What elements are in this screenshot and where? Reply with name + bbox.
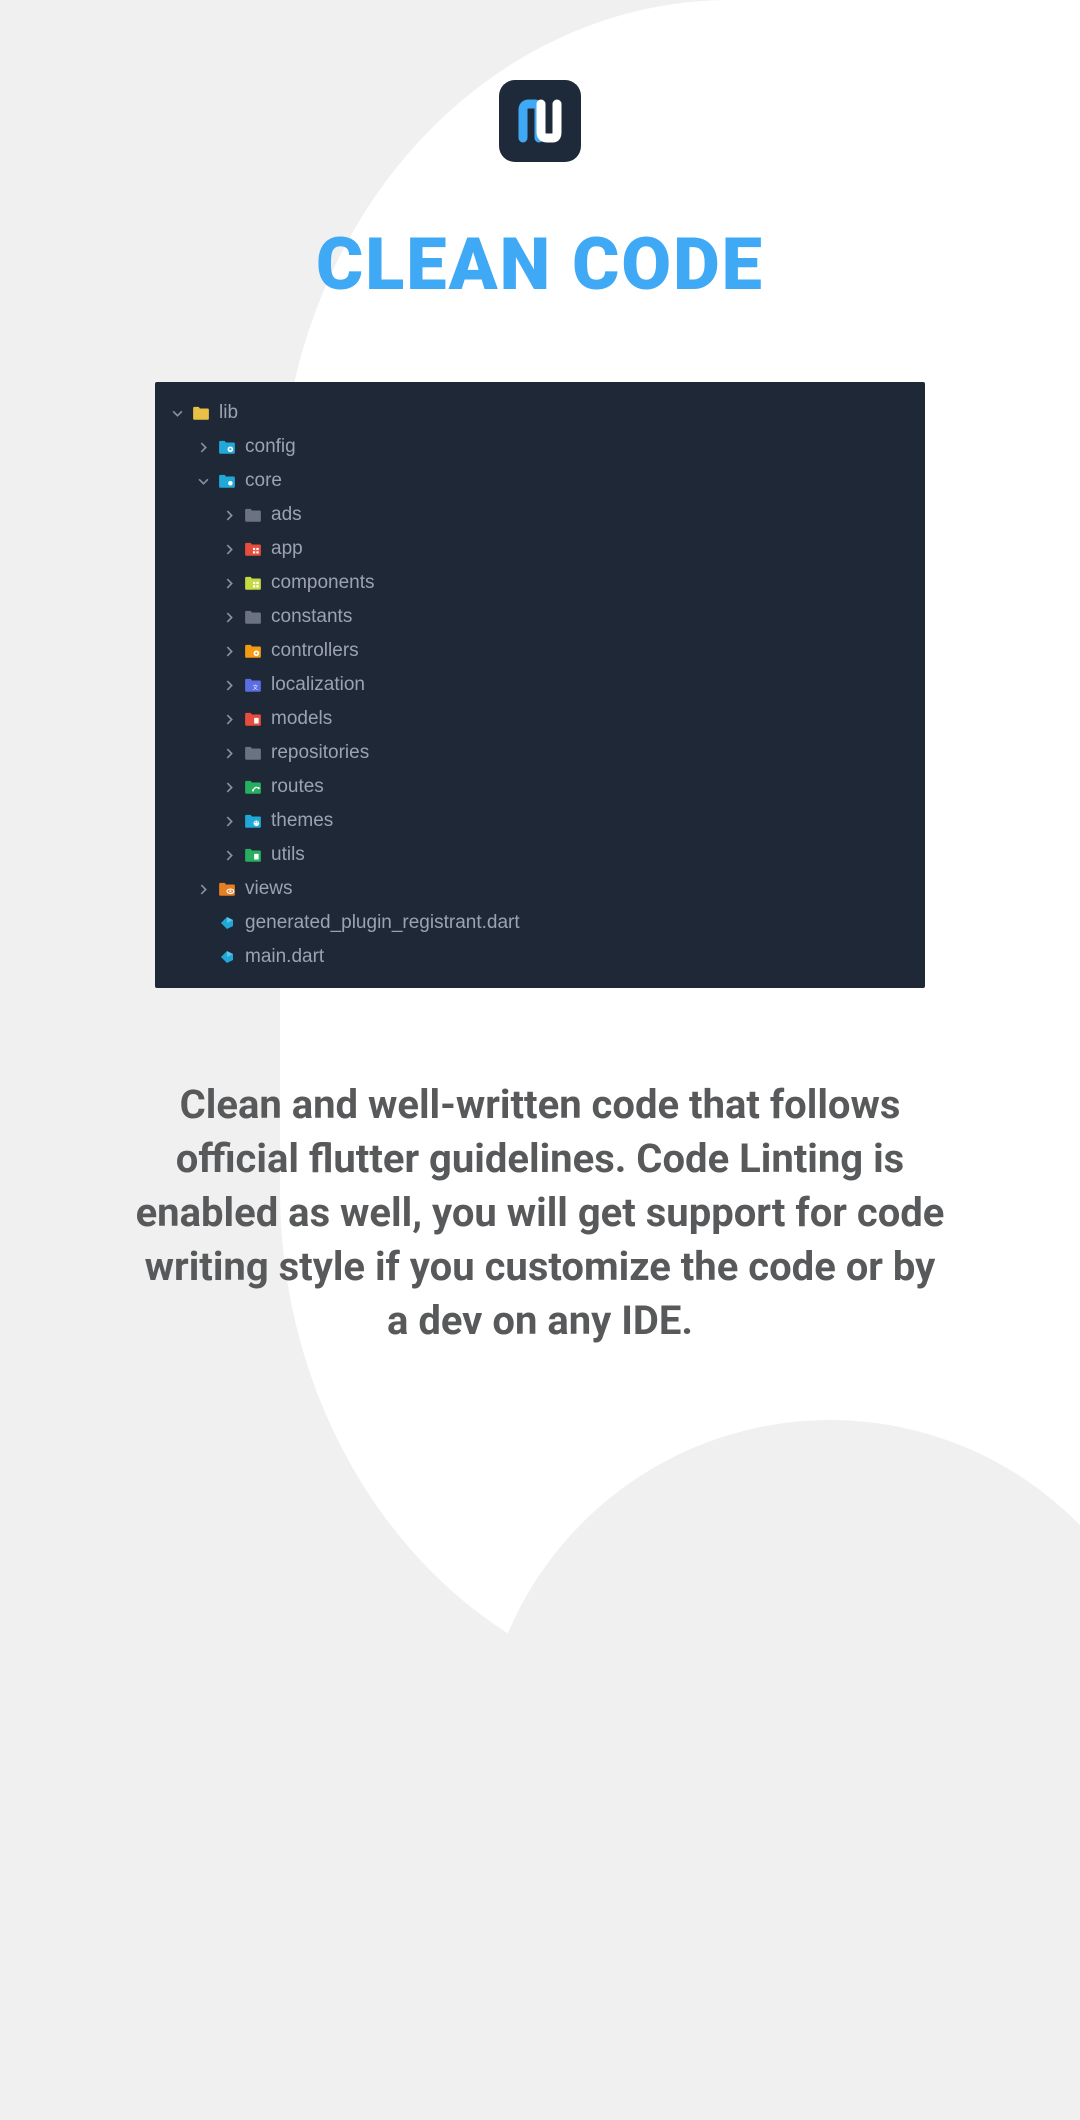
chevron-right-icon[interactable] xyxy=(221,609,237,625)
dart-icon xyxy=(217,948,237,966)
tree-item-config[interactable]: config xyxy=(155,430,925,464)
folder-dot-icon xyxy=(217,472,237,490)
folder-route-icon xyxy=(243,778,263,796)
tree-item-label: routes xyxy=(271,776,324,798)
tree-item-controllers[interactable]: controllers xyxy=(155,634,925,668)
folder-grid-icon xyxy=(243,540,263,558)
description-text: Clean and well-written code that follows… xyxy=(130,1078,950,1348)
chevron-right-icon[interactable] xyxy=(221,745,237,761)
tree-item-core[interactable]: core xyxy=(155,464,925,498)
tree-item-app[interactable]: app xyxy=(155,532,925,566)
tree-item-routes[interactable]: routes xyxy=(155,770,925,804)
tree-item-label: app xyxy=(271,538,303,560)
tree-item-label: utils xyxy=(271,844,305,866)
tree-item-label: controllers xyxy=(271,640,359,662)
tree-item-label: themes xyxy=(271,810,333,832)
tree-item-main-dart[interactable]: main.dart xyxy=(155,940,925,974)
folder-view-icon xyxy=(217,880,237,898)
logo-icon xyxy=(515,96,565,146)
file-tree-panel: lib config core ads app components constants co… xyxy=(155,382,925,988)
folder-icon xyxy=(243,744,263,762)
chevron-right-icon[interactable] xyxy=(221,575,237,591)
tree-item-localization[interactable]: 文 localization xyxy=(155,668,925,702)
chevron-right-icon[interactable] xyxy=(221,813,237,829)
tree-item-lib[interactable]: lib xyxy=(155,396,925,430)
app-logo xyxy=(499,80,581,162)
chevron-down-icon[interactable] xyxy=(195,473,211,489)
tree-item-repositories[interactable]: repositories xyxy=(155,736,925,770)
tree-item-label: constants xyxy=(271,606,352,628)
folder-icon xyxy=(243,608,263,626)
chevron-right-icon[interactable] xyxy=(221,711,237,727)
svg-text:文: 文 xyxy=(252,684,258,692)
dart-icon xyxy=(217,914,237,932)
tree-item-generated-plugin-registrant-dart[interactable]: generated_plugin_registrant.dart xyxy=(155,906,925,940)
tree-item-label: generated_plugin_registrant.dart xyxy=(245,912,520,934)
tree-item-label: localization xyxy=(271,674,365,696)
tree-item-components[interactable]: components xyxy=(155,566,925,600)
chevron-right-icon[interactable] xyxy=(195,881,211,897)
folder-palette-icon xyxy=(243,812,263,830)
tree-item-models[interactable]: models xyxy=(155,702,925,736)
tree-item-utils[interactable]: utils xyxy=(155,838,925,872)
chevron-right-icon[interactable] xyxy=(221,779,237,795)
main-content: CLEAN CODE lib config core ads app components… xyxy=(0,0,1080,1348)
tree-item-label: models xyxy=(271,708,332,730)
chevron-right-icon[interactable] xyxy=(221,541,237,557)
tree-item-label: config xyxy=(245,436,296,458)
tree-item-label: core xyxy=(245,470,282,492)
tree-item-constants[interactable]: constants xyxy=(155,600,925,634)
chevron-right-icon[interactable] xyxy=(221,643,237,659)
page-title: CLEAN CODE xyxy=(316,222,764,307)
tree-item-views[interactable]: views xyxy=(155,872,925,906)
folder-icon xyxy=(243,506,263,524)
tree-item-label: ads xyxy=(271,504,302,526)
chevron-right-icon[interactable] xyxy=(221,847,237,863)
folder-gear-icon xyxy=(243,642,263,660)
tree-item-label: views xyxy=(245,878,293,900)
tree-item-themes[interactable]: themes xyxy=(155,804,925,838)
folder-icon xyxy=(191,404,211,422)
tree-item-label: lib xyxy=(219,402,238,424)
folder-doc-icon xyxy=(243,710,263,728)
tree-item-label: main.dart xyxy=(245,946,324,968)
tree-item-ads[interactable]: ads xyxy=(155,498,925,532)
tree-item-label: repositories xyxy=(271,742,369,764)
folder-grid-icon xyxy=(243,574,263,592)
folder-gear-icon xyxy=(217,438,237,456)
tree-item-label: components xyxy=(271,572,375,594)
folder-doc-icon xyxy=(243,846,263,864)
chevron-down-icon[interactable] xyxy=(169,405,185,421)
chevron-right-icon[interactable] xyxy=(221,677,237,693)
chevron-right-icon[interactable] xyxy=(221,507,237,523)
chevron-right-icon[interactable] xyxy=(195,439,211,455)
folder-lang-icon: 文 xyxy=(243,676,263,694)
